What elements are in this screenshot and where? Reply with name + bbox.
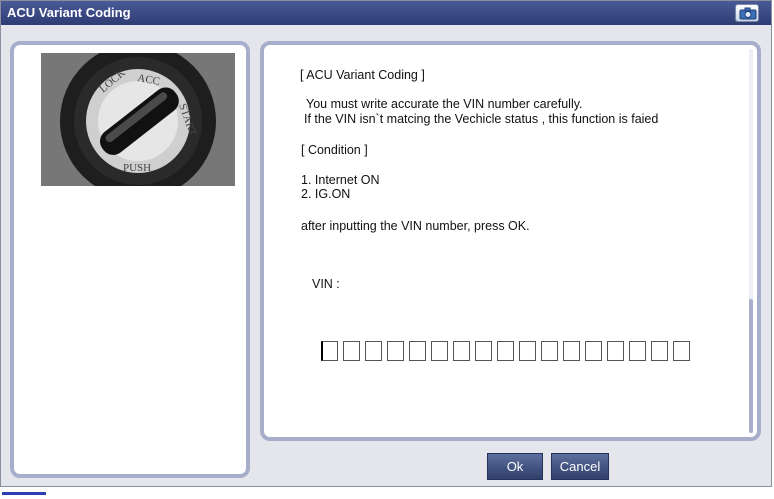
svg-text:PUSH: PUSH	[123, 162, 151, 174]
window-title: ACU Variant Coding	[7, 5, 131, 20]
coding-info-panel: [ ACU Variant Coding ] You must write ac…	[260, 41, 761, 441]
title-bar: ACU Variant Coding	[1, 1, 771, 25]
screenshot-button[interactable]	[735, 4, 759, 22]
cancel-button[interactable]: Cancel	[551, 453, 609, 480]
vin-char-box[interactable]	[585, 341, 602, 361]
scrollbar-thumb[interactable]	[749, 299, 753, 433]
condition-item-2: 2. IG.ON	[301, 187, 351, 201]
vin-label: VIN :	[312, 277, 340, 291]
vin-char-box[interactable]	[387, 341, 404, 361]
warning-line-2: If the VIN isn`t matcing the Vechicle st…	[304, 112, 659, 126]
vin-char-box[interactable]	[321, 341, 338, 361]
vin-char-box[interactable]	[563, 341, 580, 361]
scrollbar[interactable]	[749, 49, 753, 433]
acu-variant-coding-window: ACU Variant Coding LOCK ACC START PUSH […	[0, 0, 772, 487]
vin-char-box[interactable]	[519, 341, 536, 361]
vin-char-box[interactable]	[497, 341, 514, 361]
vin-input[interactable]	[321, 341, 695, 361]
taskbar-accent	[2, 492, 46, 495]
ignition-key-image: LOCK ACC START PUSH	[41, 53, 235, 186]
ok-button[interactable]: Ok	[487, 453, 543, 480]
camera-icon	[739, 7, 757, 20]
vin-char-box[interactable]	[453, 341, 470, 361]
vin-char-box[interactable]	[431, 341, 448, 361]
vin-char-box[interactable]	[475, 341, 492, 361]
vin-char-box[interactable]	[673, 341, 690, 361]
warning-line-1: You must write accurate the VIN number c…	[306, 97, 583, 111]
section-heading: [ ACU Variant Coding ]	[300, 68, 425, 82]
condition-item-1: 1. Internet ON	[301, 173, 380, 187]
vin-char-box[interactable]	[343, 341, 360, 361]
vin-char-box[interactable]	[651, 341, 668, 361]
vin-char-box[interactable]	[629, 341, 646, 361]
condition-heading: [ Condition ]	[301, 143, 368, 157]
image-panel: LOCK ACC START PUSH	[10, 41, 250, 478]
vin-char-box[interactable]	[365, 341, 382, 361]
instruction-text: after inputting the VIN number, press OK…	[301, 219, 530, 233]
vin-char-box[interactable]	[409, 341, 426, 361]
vin-char-box[interactable]	[541, 341, 558, 361]
vin-char-box[interactable]	[607, 341, 624, 361]
